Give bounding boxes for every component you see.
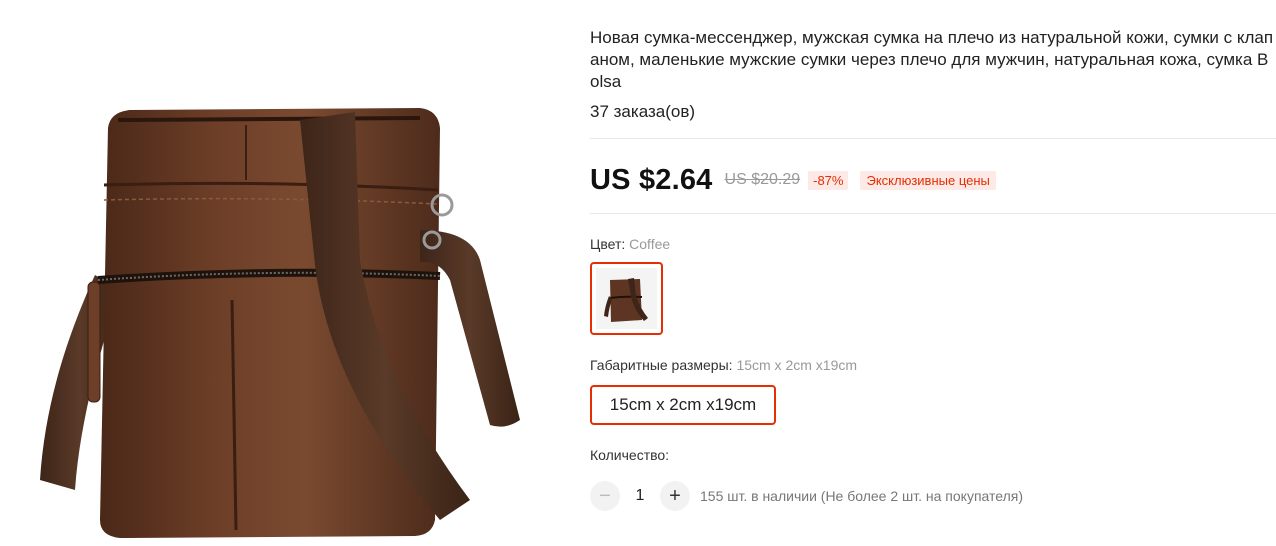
current-price: US $2.64 xyxy=(590,163,713,196)
product-title: Новая сумка-мессенджер, мужская сумка на… xyxy=(590,28,1274,91)
size-label: Габаритные размеры: 15cm x 2cm x19cm xyxy=(590,357,857,373)
discount-badge: -87% xyxy=(808,170,849,190)
quantity-stepper: − 1 + 155 шт. в наличии (Не более 2 шт. … xyxy=(590,480,1023,512)
product-main-image[interactable] xyxy=(0,0,560,546)
product-image-gallery xyxy=(0,0,560,546)
stock-info: 155 шт. в наличии (Не более 2 шт. на пок… xyxy=(700,488,1024,504)
quantity-decrease-button[interactable]: − xyxy=(590,481,620,511)
color-swatch-thumbnail xyxy=(596,268,657,329)
color-swatch-coffee[interactable] xyxy=(590,262,663,335)
exclusive-price-badge: Эксклюзивные цены xyxy=(860,170,996,190)
size-option-button[interactable]: 15cm x 2cm x19cm xyxy=(590,385,776,425)
color-selected-value: Coffee xyxy=(629,236,671,252)
product-info-panel: Новая сумка-мессенджер, мужская сумка на… xyxy=(590,0,1276,546)
order-count: 37 заказа(ов) xyxy=(590,102,696,121)
quantity-value[interactable]: 1 xyxy=(620,487,660,505)
bag-thumbnail-icon xyxy=(604,278,648,322)
quantity-increase-button[interactable]: + xyxy=(660,481,690,511)
size-selected-value: 15cm x 2cm x19cm xyxy=(736,357,858,373)
quantity-label: Количество: xyxy=(590,447,670,463)
price-row: US $2.64 US $20.29 -87% Эксклюзивные цен… xyxy=(590,160,996,200)
divider xyxy=(590,213,1276,214)
size-label-text: Габаритные размеры: xyxy=(590,357,737,373)
divider xyxy=(590,138,1276,139)
original-price: US $20.29 xyxy=(724,171,801,188)
color-label-text: Цвет: xyxy=(590,236,630,252)
color-label: Цвет: Coffee xyxy=(590,236,670,252)
